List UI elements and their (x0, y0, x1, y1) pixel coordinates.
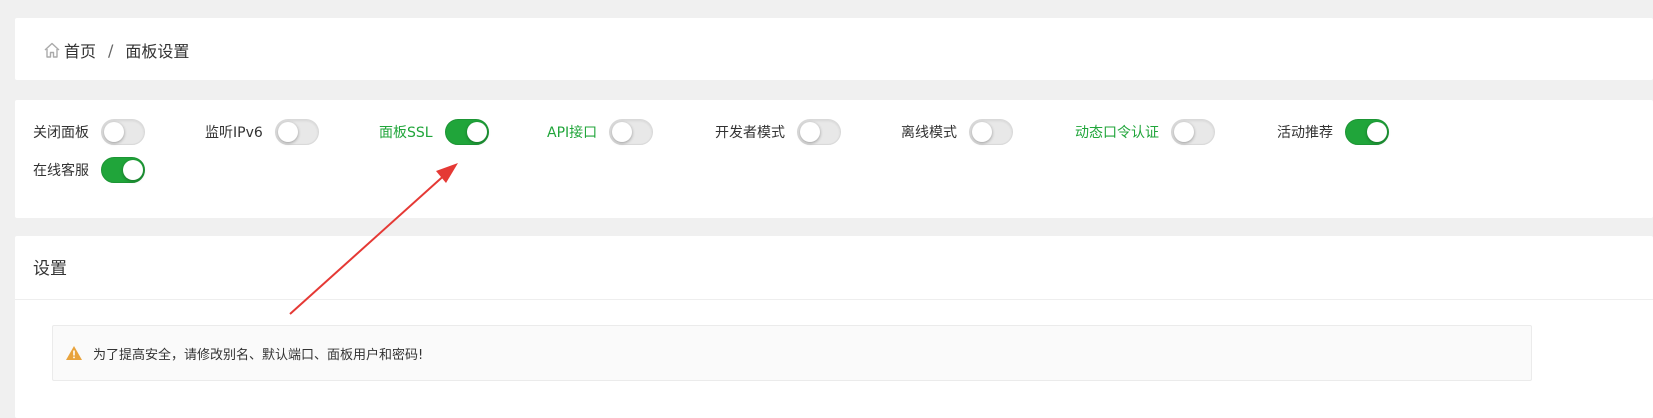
switch-knob (972, 122, 992, 142)
dynamic-password-switch[interactable] (1171, 119, 1215, 145)
listen-ipv6-switch[interactable] (274, 119, 319, 145)
toggle-online-service: 在线客服 (33, 156, 145, 184)
switch-knob (612, 122, 633, 142)
switch-knob (800, 122, 820, 142)
toggle-close-panel: 关闭面板 (33, 118, 145, 146)
toggle-listen-ipv6: 监听IPv6 (205, 118, 319, 146)
switch-knob (1174, 122, 1194, 142)
section-title: 设置 (33, 259, 67, 279)
toggle-panel-ssl: 面板SSL (379, 118, 489, 146)
toggle-label[interactable]: 动态口令认证 (1075, 122, 1159, 142)
switch-knob (123, 160, 143, 180)
toggle-dynamic-password: 动态口令认证 (1075, 118, 1215, 146)
activity-recommend-switch[interactable] (1345, 119, 1389, 145)
breadcrumb-card: 首页 / 面板设置 (15, 18, 1653, 80)
breadcrumb: 首页 / 面板设置 (43, 38, 189, 62)
panel-ssl-switch[interactable] (444, 119, 489, 145)
api-switch[interactable] (609, 119, 654, 145)
toggle-label: 在线客服 (33, 163, 89, 179)
toggle-api: API接口 (547, 118, 654, 146)
offline-mode-switch[interactable] (969, 119, 1013, 145)
settings-card: 设置 为了提高安全，请修改别名、默认端口、面板用户和密码! (15, 236, 1653, 418)
toggle-label: 离线模式 (901, 125, 957, 141)
home-icon[interactable] (43, 41, 61, 59)
toggle-label: 活动推荐 (1277, 125, 1333, 141)
toggle-label[interactable]: 面板SSL (379, 122, 433, 142)
breadcrumb-current: 面板设置 (125, 42, 190, 61)
breadcrumb-separator: / (108, 40, 114, 60)
toggle-developer-mode: 开发者模式 (715, 118, 841, 146)
switch-knob (104, 122, 124, 142)
breadcrumb-home-link[interactable]: 首页 (64, 38, 96, 62)
developer-mode-switch[interactable] (797, 119, 841, 145)
toggle-activity-recommend: 活动推荐 (1277, 118, 1389, 146)
switch-knob (466, 122, 487, 142)
panel-toggles-card: 关闭面板 监听IPv6 面板SSL API接口 开发者模式 离线模式 动态口令认… (15, 100, 1653, 218)
panel-settings-page: 首页 / 面板设置 关闭面板 监听IPv6 面板SSL API接口 开发者模式 … (0, 0, 1653, 418)
switch-knob (277, 122, 298, 142)
toggle-label: 开发者模式 (715, 125, 785, 141)
close-panel-switch[interactable] (101, 119, 145, 145)
warning-icon (65, 345, 83, 361)
security-alert: 为了提高安全，请修改别名、默认端口、面板用户和密码! (52, 325, 1532, 381)
online-service-switch[interactable] (101, 157, 145, 183)
section-divider (15, 299, 1653, 300)
alert-text: 为了提高安全，请修改别名、默认端口、面板用户和密码! (93, 347, 424, 363)
toggle-offline-mode: 离线模式 (901, 118, 1013, 146)
toggle-label[interactable]: API接口 (547, 122, 597, 142)
switch-knob (1367, 122, 1387, 142)
toggle-label: 关闭面板 (33, 125, 89, 141)
toggle-label: 监听IPv6 (205, 125, 263, 141)
